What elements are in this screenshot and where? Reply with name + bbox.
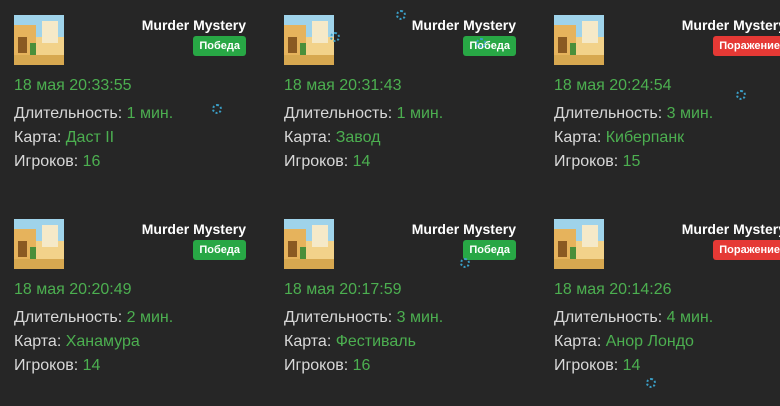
match-card[interactable]: Murder Mystery Поражение 18 мая 20:14:26… xyxy=(540,204,780,404)
players-label: Игроков: xyxy=(14,357,79,374)
map-value: Даст II xyxy=(65,129,115,146)
duration-value: 1 мин. xyxy=(396,105,444,122)
result-badge: Победа xyxy=(193,36,246,56)
duration-row: Длительность: 1 мин. xyxy=(14,105,173,123)
map-thumbnail xyxy=(14,219,64,269)
match-card[interactable]: Murder Mystery Победа 18 мая 20:33:55 Дл… xyxy=(0,0,260,200)
map-row: Карта: Даст II xyxy=(14,129,114,147)
game-title: Murder Mystery xyxy=(141,221,246,237)
duration-label: Длительность: xyxy=(554,309,663,326)
map-thumbnail xyxy=(14,15,64,65)
players-value: 14 xyxy=(82,357,101,374)
match-date: 18 мая 20:14:26 xyxy=(554,281,672,298)
map-label: Карта: xyxy=(14,129,62,146)
map-value: Завод xyxy=(335,129,381,146)
duration-value: 4 мин. xyxy=(666,309,714,326)
match-card[interactable]: Murder Mystery Победа 18 мая 20:17:59 Дл… xyxy=(270,204,530,404)
game-title: Murder Mystery xyxy=(681,17,780,33)
result-badge: Победа xyxy=(193,240,246,260)
duration-row: Длительность: 1 мин. xyxy=(284,105,443,123)
map-row: Карта: Фестиваль xyxy=(284,333,416,351)
duration-row: Длительность: 3 мин. xyxy=(284,309,443,327)
match-date: 18 мая 20:20:49 xyxy=(14,281,132,298)
result-badge: Поражение xyxy=(713,36,780,56)
duration-label: Длительность: xyxy=(14,105,123,122)
duration-value: 3 мин. xyxy=(666,105,714,122)
players-row: Игроков: 16 xyxy=(14,153,100,171)
game-title: Murder Mystery xyxy=(141,17,246,33)
loading-ring-icon xyxy=(646,378,656,388)
players-value: 16 xyxy=(82,153,101,170)
players-value: 14 xyxy=(352,153,371,170)
match-date: 18 мая 20:33:55 xyxy=(14,77,132,94)
loading-ring-icon xyxy=(736,90,746,100)
duration-value: 3 мин. xyxy=(396,309,444,326)
duration-value: 1 мин. xyxy=(126,105,174,122)
loading-ring-icon xyxy=(396,10,406,20)
map-label: Карта: xyxy=(14,333,62,350)
duration-row: Длительность: 3 мин. xyxy=(554,105,713,123)
map-row: Карта: Киберпанк xyxy=(554,129,684,147)
map-label: Карта: xyxy=(554,129,602,146)
players-row: Игроков: 14 xyxy=(14,357,100,375)
map-label: Карта: xyxy=(284,129,332,146)
players-row: Игроков: 14 xyxy=(284,153,370,171)
map-value: Киберпанк xyxy=(605,129,685,146)
players-label: Игроков: xyxy=(554,357,619,374)
map-label: Карта: xyxy=(284,333,332,350)
map-value: Анор Лондо xyxy=(605,333,694,350)
game-title: Murder Mystery xyxy=(411,221,516,237)
map-thumbnail xyxy=(554,15,604,65)
players-label: Игроков: xyxy=(284,357,349,374)
map-value: Фестиваль xyxy=(335,333,416,350)
duration-label: Длительность: xyxy=(284,105,393,122)
players-label: Игроков: xyxy=(284,153,349,170)
players-row: Игроков: 14 xyxy=(554,357,640,375)
game-title: Murder Mystery xyxy=(411,17,516,33)
players-value: 15 xyxy=(622,153,641,170)
match-date: 18 мая 20:24:54 xyxy=(554,77,672,94)
duration-label: Длительность: xyxy=(14,309,123,326)
loading-ring-icon xyxy=(476,38,486,48)
duration-row: Длительность: 4 мин. xyxy=(554,309,713,327)
loading-ring-icon xyxy=(460,258,470,268)
loading-ring-icon xyxy=(212,104,222,114)
players-value: 16 xyxy=(352,357,371,374)
players-value: 14 xyxy=(622,357,641,374)
duration-row: Длительность: 2 мин. xyxy=(14,309,173,327)
match-date: 18 мая 20:31:43 xyxy=(284,77,402,94)
map-row: Карта: Завод xyxy=(284,129,380,147)
players-label: Игроков: xyxy=(554,153,619,170)
match-card[interactable]: Murder Mystery Поражение 18 мая 20:24:54… xyxy=(540,0,780,200)
duration-label: Длительность: xyxy=(554,105,663,122)
players-row: Игроков: 16 xyxy=(284,357,370,375)
players-row: Игроков: 15 xyxy=(554,153,640,171)
result-badge: Победа xyxy=(463,36,516,56)
result-badge: Поражение xyxy=(713,240,780,260)
map-row: Карта: Анор Лондо xyxy=(554,333,694,351)
match-date: 18 мая 20:17:59 xyxy=(284,281,402,298)
map-label: Карта: xyxy=(554,333,602,350)
map-row: Карта: Ханамура xyxy=(14,333,140,351)
duration-value: 2 мин. xyxy=(126,309,174,326)
result-badge: Победа xyxy=(463,240,516,260)
players-label: Игроков: xyxy=(14,153,79,170)
map-thumbnail xyxy=(284,219,334,269)
map-thumbnail xyxy=(284,15,334,65)
match-card[interactable]: Murder Mystery Победа 18 мая 20:20:49 Дл… xyxy=(0,204,260,404)
duration-label: Длительность: xyxy=(284,309,393,326)
loading-ring-icon xyxy=(330,32,340,42)
map-thumbnail xyxy=(554,219,604,269)
match-card[interactable]: Murder Mystery Победа 18 мая 20:31:43 Дл… xyxy=(270,0,530,200)
match-history-grid: Murder Mystery Победа 18 мая 20:33:55 Дл… xyxy=(0,0,780,406)
game-title: Murder Mystery xyxy=(681,221,780,237)
map-value: Ханамура xyxy=(65,333,140,350)
